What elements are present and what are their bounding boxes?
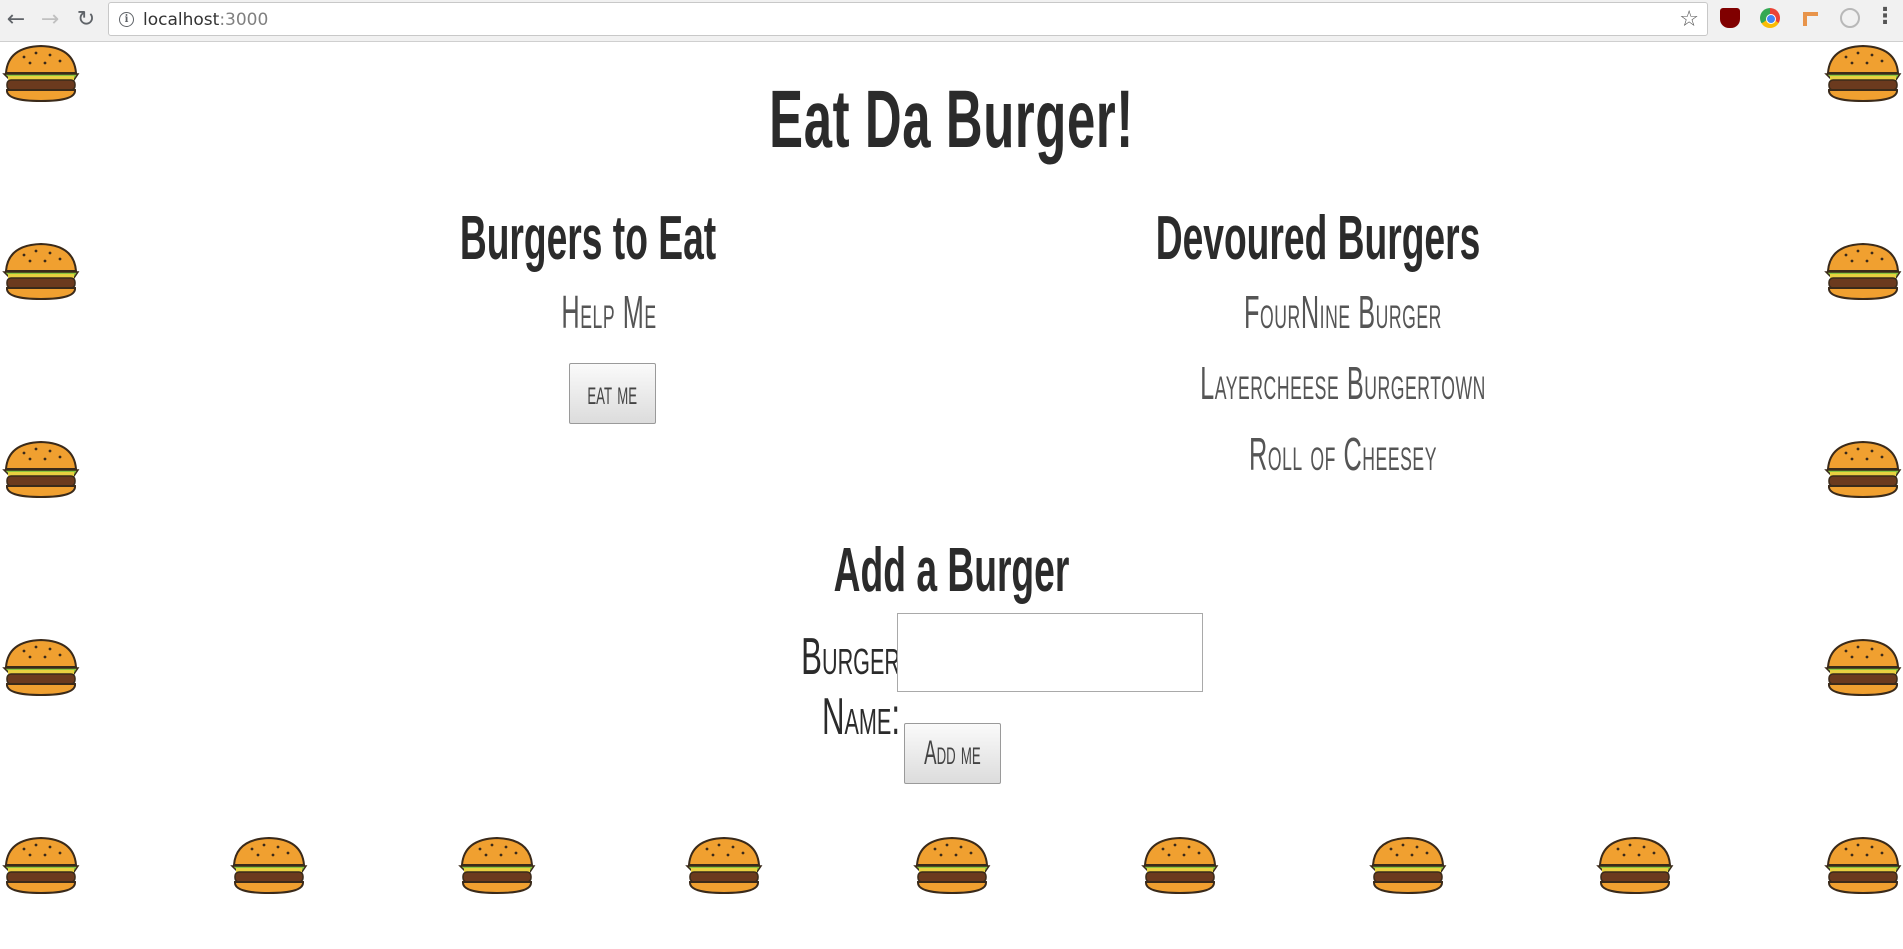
burger-icon [1367, 835, 1449, 897]
add-me-button[interactable]: Add me [904, 723, 1001, 784]
devoured-item: FourNine Burger [1244, 286, 1442, 338]
devoured-burgers-heading: Devoured Burgers [1155, 204, 1481, 273]
browser-menu-icon[interactable]: ⋮ [1874, 4, 1896, 29]
eat-me-label: eat me [587, 374, 638, 412]
back-arrow-icon[interactable]: ← [2, 6, 30, 34]
burger-icon [683, 835, 765, 897]
eat-me-button[interactable]: eat me [569, 363, 656, 424]
burger-icon [0, 835, 82, 897]
extension-circle-icon[interactable] [1760, 8, 1780, 28]
burger-icon [1594, 835, 1676, 897]
info-icon[interactable]: i [119, 12, 134, 27]
extension-gray-icon[interactable] [1840, 8, 1860, 28]
browser-toolbar: ← → ↻ i localhost:3000 ☆ ⋮ [0, 0, 1903, 42]
burger-icon [1822, 835, 1903, 897]
burger-icon [911, 835, 993, 897]
url-text[interactable]: localhost:3000 [143, 10, 268, 30]
reload-icon[interactable]: ↻ [72, 6, 100, 34]
burger-icon [1822, 439, 1903, 501]
extension-tool-icon[interactable] [1800, 8, 1820, 28]
forward-arrow-icon[interactable]: → [36, 6, 64, 34]
burger-icon [0, 43, 82, 105]
to-eat-item: Help Me [561, 286, 657, 338]
add-me-label: Add me [924, 734, 981, 772]
address-bar[interactable]: i localhost:3000 ☆ [108, 2, 1708, 36]
burger-icon [1822, 43, 1903, 105]
burger-icon [0, 241, 82, 303]
page: Eat Da Burger! Burgers to Eat Help Me ea… [0, 43, 1903, 949]
devoured-item: Roll of Cheesey [1249, 428, 1437, 480]
url-port: :3000 [219, 10, 269, 30]
devoured-item: Layercheese Burgertown [1200, 357, 1486, 409]
burgers-to-eat-heading: Burgers to Eat [459, 204, 717, 273]
add-burger-heading: Add a Burger [833, 536, 1070, 605]
burger-icon [1139, 835, 1221, 897]
burger-icon [0, 439, 82, 501]
bookmark-star-icon[interactable]: ☆ [1679, 7, 1699, 32]
burger-icon [456, 835, 538, 897]
burger-icon [0, 637, 82, 699]
ublock-extension-icon[interactable] [1720, 8, 1740, 28]
url-host: localhost [143, 10, 220, 30]
burger-name-label: Burger Name: [801, 628, 900, 746]
burger-icon [228, 835, 310, 897]
burger-icon [1822, 637, 1903, 699]
page-title: Eat Da Burger! [769, 74, 1134, 165]
burger-icon [1822, 241, 1903, 303]
burger-name-input[interactable] [897, 613, 1203, 692]
